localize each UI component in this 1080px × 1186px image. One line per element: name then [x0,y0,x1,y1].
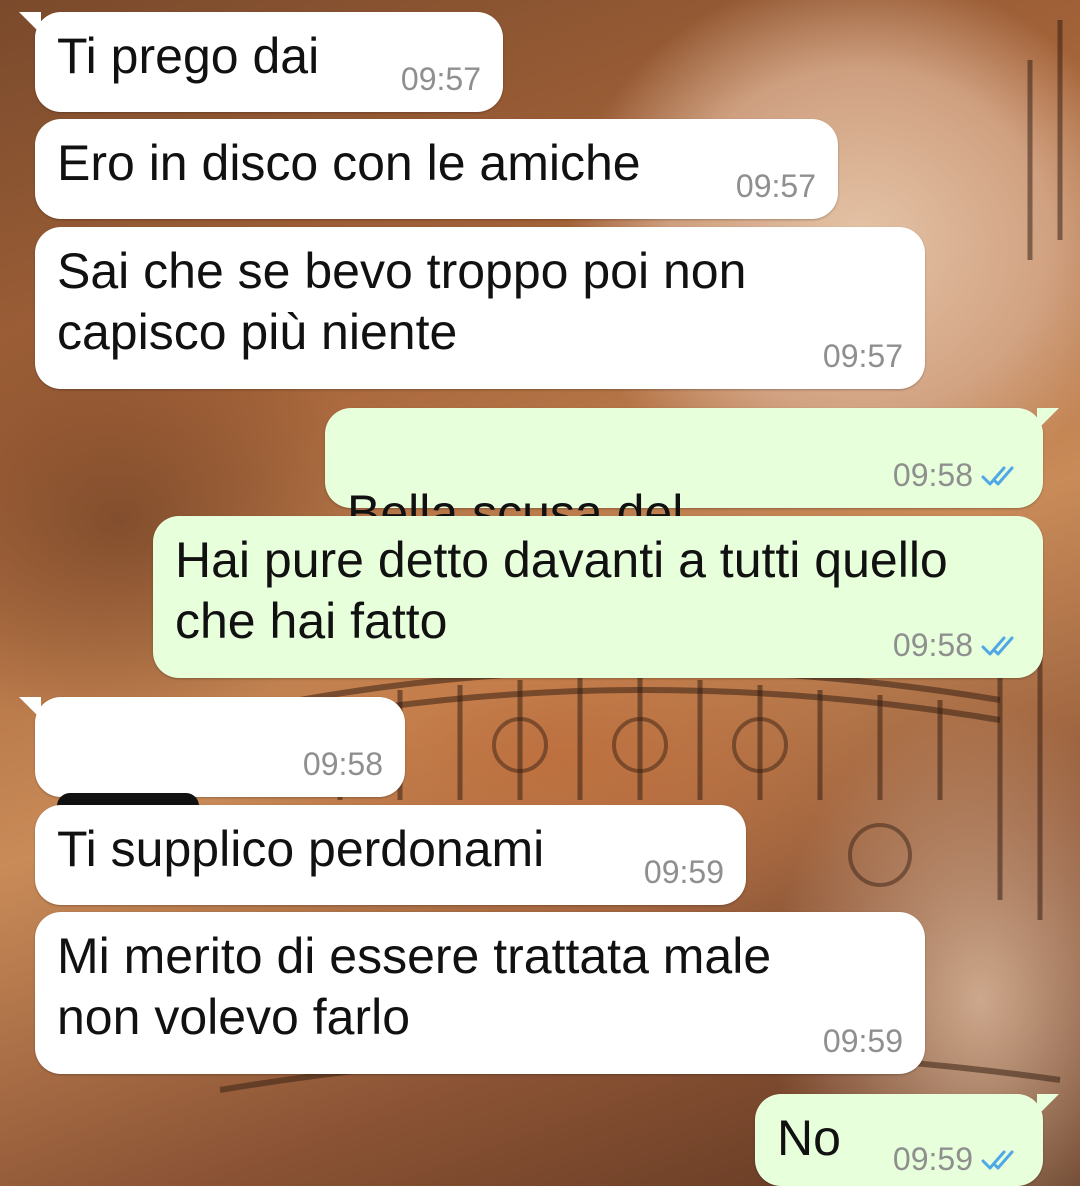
message-text: Ero in disco con le amiche [57,135,641,191]
message-bubble-outgoing[interactable]: Hai pure detto davanti a tutti quello ch… [153,516,1043,678]
message-meta: 09:58 [303,746,383,783]
message-text: Ti supplico perdonami [57,821,545,877]
message-timestamp: 09:59 [892,1141,973,1177]
bubble-tail [1037,408,1059,430]
message-timestamp: 09:58 [302,746,383,782]
message-bubble-incoming[interactable]: .. 09:58 [19,697,405,830]
message-timestamp: 09:58 [892,457,973,493]
message-timestamp: 09:58 [892,627,973,663]
message-meta: 09:57 [823,338,903,375]
message-bubble-incoming[interactable]: Ti prego dai 09:57 [19,12,503,112]
message-meta: 09:57 [401,61,481,98]
message-text: Hai pure detto davanti a tutti quello ch… [175,532,948,649]
message-timestamp: 09:57 [400,61,481,97]
message-meta: 09:59 [644,854,724,891]
bubble-tail [19,12,41,34]
message-bubble-incoming[interactable]: Mi merito di essere trattata male non vo… [35,912,925,1074]
message-meta: 09:59 [823,1023,903,1060]
message-timestamp: 09:59 [643,854,724,890]
message-meta: 09:59 [893,1141,1021,1178]
message-bubble-incoming[interactable]: Ero in disco con le amiche 09:57 [35,119,838,219]
message-bubble-outgoing[interactable]: Bella scusa del 09:58 [325,408,1059,591]
message-bubble-incoming[interactable]: Sai che se bevo troppo poi non capisco p… [35,227,925,389]
message-bubble-incoming[interactable]: Ti supplico perdonami 09:59 [35,805,746,905]
message-text: Ti prego dai [57,28,320,84]
double-check-icon [981,636,1014,655]
message-meta: 09:57 [736,168,816,205]
double-check-icon [981,1150,1014,1169]
message-text: Mi merito di essere trattata male non vo… [57,928,772,1045]
message-meta: 09:58 [893,457,1021,494]
message-timestamp: 09:59 [822,1023,903,1059]
bubble-tail [1037,1094,1059,1116]
message-meta: 09:58 [893,627,1021,664]
message-timestamp: 09:57 [735,168,816,204]
double-check-icon [981,466,1014,485]
bubble-tail [19,697,41,719]
message-text: Sai che se bevo troppo poi non capisco p… [57,243,747,360]
message-timestamp: 09:57 [822,338,903,374]
message-text: No [777,1110,841,1166]
message-bubble-outgoing[interactable]: No 09:59 [755,1094,1059,1186]
